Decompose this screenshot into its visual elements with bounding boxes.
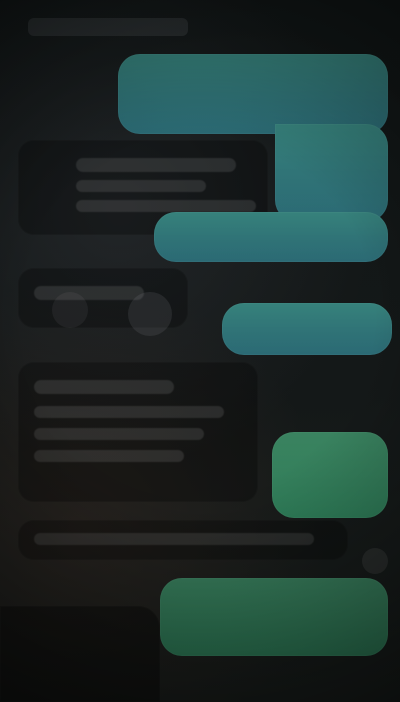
outgoing-bubble-3[interactable] <box>272 432 388 518</box>
meta-line <box>34 533 314 545</box>
message-line-2 <box>76 180 206 192</box>
message-line <box>34 286 144 300</box>
message-line-2 <box>34 406 224 418</box>
bottom-left-panel <box>0 606 160 702</box>
outgoing-bubble-1a[interactable] <box>118 54 388 134</box>
message-line-4 <box>34 450 184 462</box>
message-line-3 <box>34 428 204 440</box>
message-line-3 <box>76 200 256 212</box>
message-line-1 <box>34 380 174 394</box>
message-line-1 <box>76 158 236 172</box>
outgoing-bubble-1b[interactable] <box>275 124 388 222</box>
top-status-text <box>28 18 188 36</box>
message-meta-row <box>18 520 348 560</box>
incoming-message-3 <box>18 362 258 502</box>
profile-icon <box>128 292 172 336</box>
indicator-icon <box>362 548 388 574</box>
outgoing-bubble-2[interactable] <box>222 303 392 355</box>
outgoing-bubble-1c[interactable] <box>154 212 388 262</box>
outgoing-bubble-4[interactable] <box>160 578 388 656</box>
chat-screen <box>0 0 400 702</box>
